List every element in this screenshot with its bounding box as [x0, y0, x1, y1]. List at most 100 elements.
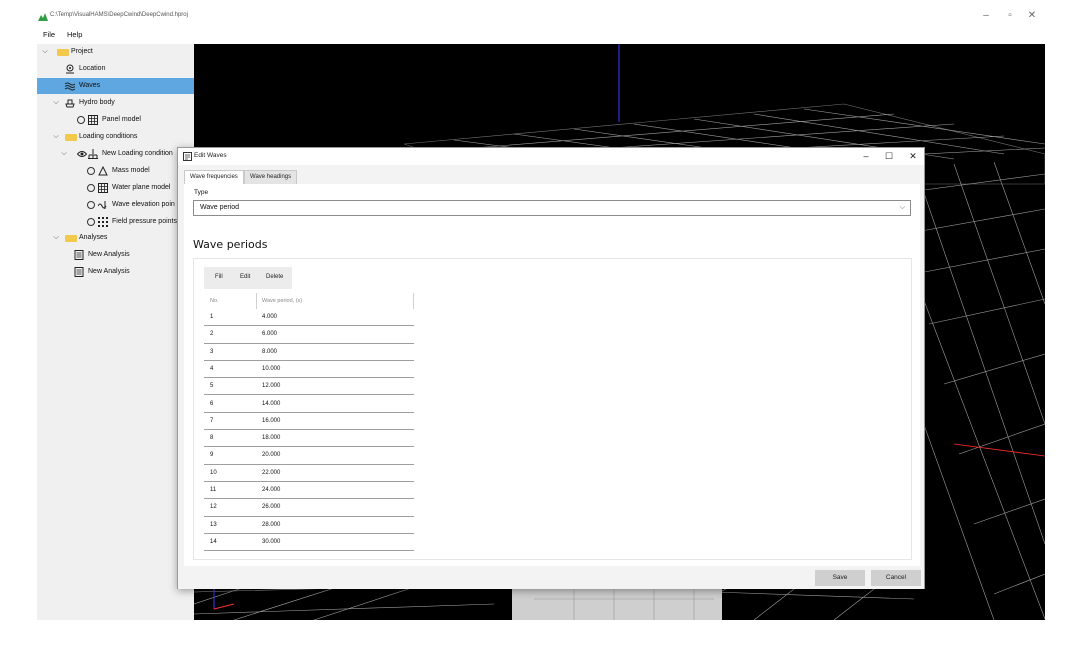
row-wave-period[interactable]: 20.000 [262, 452, 280, 458]
tree-item-hydro-body[interactable]: ⌵ Hydro body [37, 95, 194, 111]
tree-item-analyses[interactable]: ⌵ Analyses [37, 230, 194, 246]
menu-file[interactable]: File [43, 30, 55, 39]
row-number: 8 [210, 435, 214, 442]
row-wave-period[interactable]: 22.000 [262, 470, 280, 476]
table-row[interactable]: 14 30.000 [204, 534, 414, 552]
minimize-button[interactable]: – [976, 10, 996, 22]
tab-wave-headings[interactable]: Wave headings [244, 170, 298, 184]
row-number: 1 [210, 314, 214, 320]
row-wave-period[interactable]: 24.000 [262, 487, 280, 493]
row-number: 6 [210, 400, 214, 407]
table-row[interactable]: 1 4.000 [204, 309, 414, 327]
tree-label: New Analysis [88, 251, 130, 258]
table-row[interactable]: 13 28.000 [204, 517, 414, 534]
table-row[interactable]: 10 22.000 [204, 465, 414, 482]
tree-label: Project [71, 48, 93, 55]
dialog-minimize-button[interactable]: – [858, 150, 874, 162]
chevron-down-icon[interactable]: ⌵ [51, 230, 61, 246]
cancel-button[interactable]: Cancel [871, 570, 921, 586]
row-wave-period[interactable]: 16.000 [262, 418, 280, 424]
tree-item-loading-conditions[interactable]: ⌵ Loading conditions [37, 129, 194, 145]
visibility-radio[interactable] [77, 116, 85, 124]
maximize-button[interactable]: ▫ [1000, 10, 1020, 22]
save-button[interactable]: Save [815, 570, 865, 586]
table-row[interactable]: 3 8.000 [204, 344, 414, 361]
tree-label: Field pressure points [112, 218, 177, 225]
row-wave-period[interactable]: 4.000 [262, 314, 277, 320]
row-wave-period[interactable]: 14.000 [262, 401, 280, 407]
folder-icon [65, 235, 77, 242]
section-title: Wave periods [193, 238, 268, 251]
table-row[interactable]: 4 10.000 [204, 361, 414, 379]
dialog-footer: Save Cancel [178, 567, 924, 589]
table-row[interactable]: 8 18.000 [204, 430, 414, 448]
edit-button[interactable]: Edit [240, 274, 250, 280]
edit-waves-dialog: Edit Waves – ☐ ✕ Wave frequencies Wave h… [177, 147, 925, 589]
table-row[interactable]: 9 20.000 [204, 447, 414, 465]
close-button[interactable]: ✕ [1022, 10, 1042, 22]
chevron-down-icon[interactable]: ⌵ [51, 95, 61, 111]
type-select[interactable]: Wave period ⌵ [193, 200, 911, 216]
tree-label: Location [79, 65, 106, 72]
wave-frequencies-panel: Type Wave period ⌵ Wave periods Fill Edi… [184, 184, 920, 566]
table-row[interactable]: 6 14.000 [204, 396, 414, 413]
edit-icon [183, 152, 192, 161]
row-number: 5 [210, 383, 214, 390]
row-number: 10 [210, 469, 217, 476]
visibility-radio[interactable] [87, 201, 95, 209]
chevron-down-icon[interactable]: ⌵ [51, 129, 61, 145]
tree-item-location[interactable]: Location [37, 61, 194, 77]
row-wave-period[interactable]: 26.000 [262, 504, 280, 510]
table-row[interactable]: 2 6.000 [204, 326, 414, 344]
tree-item-new-analysis[interactable]: New Analysis [37, 264, 194, 280]
table-row[interactable]: 7 16.000 [204, 413, 414, 431]
fill-button[interactable]: Fill [215, 274, 223, 280]
analysis-icon [74, 267, 84, 277]
tree-item-field-pressure-points[interactable]: Field pressure points [37, 214, 194, 230]
row-wave-period[interactable]: 28.000 [262, 522, 280, 528]
tree-item-waves[interactable]: Waves [37, 78, 194, 94]
chevron-down-icon[interactable]: ⌵ [59, 146, 69, 162]
row-wave-period[interactable]: 8.000 [262, 349, 277, 355]
row-wave-period[interactable]: 6.000 [262, 331, 277, 337]
tree-item-new-loading-condition[interactable]: ⌵ New Loading condition [37, 146, 194, 162]
row-number: 7 [210, 417, 214, 424]
visibility-radio[interactable] [87, 167, 95, 175]
dialog-close-button[interactable]: ✕ [905, 150, 921, 162]
tree-item-panel-model[interactable]: Panel model [37, 112, 194, 128]
row-number: 11 [210, 487, 217, 493]
column-separator[interactable] [256, 293, 257, 309]
table-row[interactable]: 12 26.000 [204, 499, 414, 517]
tree-label: New Analysis [88, 268, 130, 275]
tree-item-water-plane-model[interactable]: Water plane model [37, 180, 194, 196]
row-number: 12 [210, 504, 217, 511]
row-wave-period[interactable]: 12.000 [262, 383, 280, 389]
hydro-body-icon [65, 99, 75, 108]
tab-wave-frequencies[interactable]: Wave frequencies [184, 170, 244, 184]
tree-label: Loading conditions [79, 133, 138, 140]
visibility-radio[interactable] [87, 218, 95, 226]
column-header-period[interactable]: Wave period, (s) [262, 298, 302, 304]
tree-label: Wave elevation poin [112, 201, 175, 208]
tree-item-wave-elevation-points[interactable]: Wave elevation poin [37, 197, 194, 213]
table-row[interactable]: 5 12.000 [204, 378, 414, 396]
column-separator[interactable] [413, 293, 414, 309]
menu-help[interactable]: Help [67, 30, 82, 39]
dialog-maximize-button[interactable]: ☐ [881, 150, 897, 162]
dialog-title: Edit Waves [194, 152, 227, 159]
table-row[interactable]: 11 24.000 [204, 482, 414, 500]
visibility-radio[interactable] [87, 184, 95, 192]
row-number: 3 [210, 348, 214, 355]
grid-icon [98, 183, 108, 193]
row-wave-period[interactable]: 30.000 [262, 539, 280, 545]
chevron-down-icon[interactable]: ⌵ [40, 44, 50, 60]
tree-item-new-analysis[interactable]: New Analysis [37, 247, 194, 263]
row-wave-period[interactable]: 10.000 [262, 366, 280, 372]
delete-button[interactable]: Delete [266, 274, 283, 280]
tree-item-project[interactable]: ⌵ Project [37, 44, 194, 60]
row-wave-period[interactable]: 18.000 [262, 435, 280, 441]
column-header-no[interactable]: No. [210, 298, 219, 304]
tree-item-mass-model[interactable]: Mass model [37, 163, 194, 179]
eye-icon[interactable] [77, 149, 87, 159]
type-select-value: Wave period [200, 204, 240, 211]
